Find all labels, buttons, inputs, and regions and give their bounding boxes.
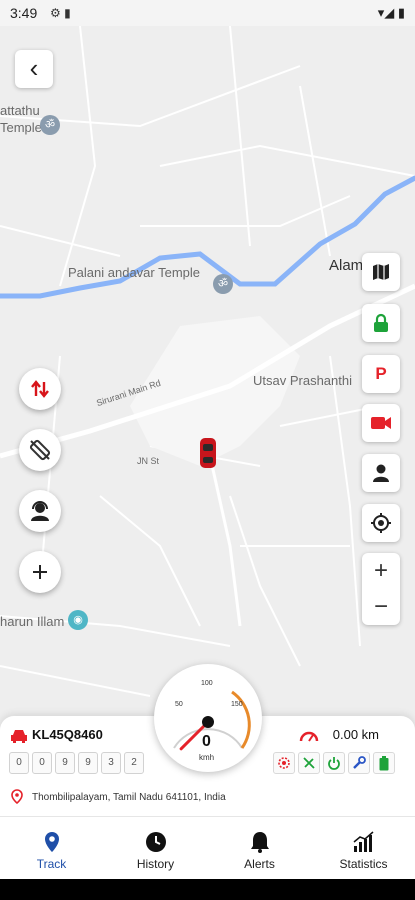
speedometer-icon (299, 731, 319, 742)
bar-chart-icon (353, 831, 374, 852)
map-label-utsav: Utsav Prashanthi (253, 373, 352, 388)
odometer-digit: 9 (78, 752, 98, 774)
nav-label: Alerts (244, 857, 275, 871)
crosshair-icon (371, 513, 391, 533)
temple-poi-icon[interactable]: ॐ (213, 274, 233, 294)
person-icon (373, 464, 389, 482)
nav-statistics[interactable]: Statistics (312, 817, 415, 879)
status-indicator-service (348, 752, 370, 774)
temple-poi-icon[interactable]: ॐ (40, 115, 60, 135)
power-icon (328, 757, 340, 770)
gauge-hub (202, 716, 214, 728)
engine-icon (278, 757, 290, 769)
nav-alerts[interactable]: Alerts (208, 817, 311, 879)
bottom-navigation: Track History Alerts Statistics (0, 816, 415, 879)
lock-button[interactable] (362, 304, 400, 342)
map-label-illam: harun Illam (0, 614, 65, 629)
odometer: 0 0 9 9 3 2 (9, 752, 144, 774)
map-view[interactable]: attathu Temple ॐ Palani andavar Temple ॐ… (0, 26, 415, 726)
support-agent-icon (31, 501, 49, 521)
location-pin-icon (45, 832, 59, 852)
back-button[interactable]: ‹ (15, 50, 53, 88)
vehicle-address: Thombilipalayam, Tamil Nadu 641101, Indi… (32, 792, 226, 803)
wrench-icon (353, 756, 366, 769)
status-left-icons: ⚙ ▮ (50, 6, 71, 20)
status-indicator-gps (298, 752, 320, 774)
screen-rotation-off-icon (29, 439, 51, 461)
nav-label: Statistics (339, 857, 388, 871)
odometer-digit: 2 (124, 752, 144, 774)
distance-value: 0.00 km (332, 727, 379, 742)
car-icon (11, 730, 27, 743)
zoom-out-button[interactable]: − (362, 589, 400, 625)
zoom-in-button[interactable]: + (362, 553, 400, 589)
gps-off-icon (303, 757, 315, 769)
chevron-left-icon: ‹ (29, 53, 39, 83)
gauge-tick-label: 50 (175, 701, 183, 708)
odometer-digit: 0 (9, 752, 29, 774)
map-type-button[interactable] (362, 253, 400, 291)
parking-icon: P (375, 364, 387, 383)
add-button[interactable] (19, 551, 61, 593)
odometer-digit: 9 (55, 752, 75, 774)
map-label-temple: Temple (0, 120, 42, 135)
nav-label: Track (36, 857, 67, 871)
odometer-digit: 3 (101, 752, 121, 774)
driver-button[interactable] (19, 490, 61, 532)
map-label-alam: Alam (329, 257, 364, 274)
zoom-controls: + − (362, 553, 400, 625)
battery-icon (379, 755, 389, 770)
map-icon (373, 264, 389, 280)
status-right-icons: ▾◢ ▮ (377, 5, 405, 20)
map-label-attathu: attathu (0, 103, 40, 118)
nav-track[interactable]: Track (0, 817, 103, 879)
rotation-lock-button[interactable] (19, 429, 61, 471)
location-pin-icon (11, 789, 23, 804)
my-location-button[interactable] (362, 504, 400, 542)
status-bar: 3:49 ⚙ ▮ ▾◢ ▮ (0, 0, 415, 26)
camera-poi-icon[interactable]: ◉ (68, 610, 88, 630)
lock-icon (374, 313, 388, 332)
clock-icon (146, 832, 166, 852)
speed-unit: kmh (199, 753, 215, 762)
odometer-digit: 0 (32, 752, 52, 774)
swap-arrows-icon (31, 380, 49, 398)
system-nav-bar (0, 878, 415, 900)
driver-info-button[interactable] (362, 454, 400, 492)
gauge-tick-label: 100 (201, 680, 213, 687)
vehicle-plate: KL45Q8460 (32, 727, 103, 742)
nav-label: History (136, 857, 175, 871)
plus-icon (33, 565, 47, 579)
map-label-jn-st: JN St (137, 456, 160, 466)
status-time: 3:49 (10, 5, 38, 21)
speed-value: 0 (202, 733, 211, 750)
nav-history[interactable]: History (104, 817, 207, 879)
route-toggle-button[interactable] (19, 368, 61, 410)
status-indicator-ignition (273, 752, 295, 774)
camera-button[interactable] (362, 404, 400, 442)
speed-gauge: 50 100 150 0 kmh (154, 664, 262, 772)
video-camera-icon (371, 417, 391, 429)
parking-button[interactable]: P (362, 355, 400, 393)
gauge-tick-label: 150 (231, 701, 243, 708)
status-indicator-battery (373, 752, 395, 774)
map-label-palani: Palani andavar Temple (68, 265, 201, 280)
bell-icon (251, 832, 269, 853)
status-indicator-power (323, 752, 345, 774)
